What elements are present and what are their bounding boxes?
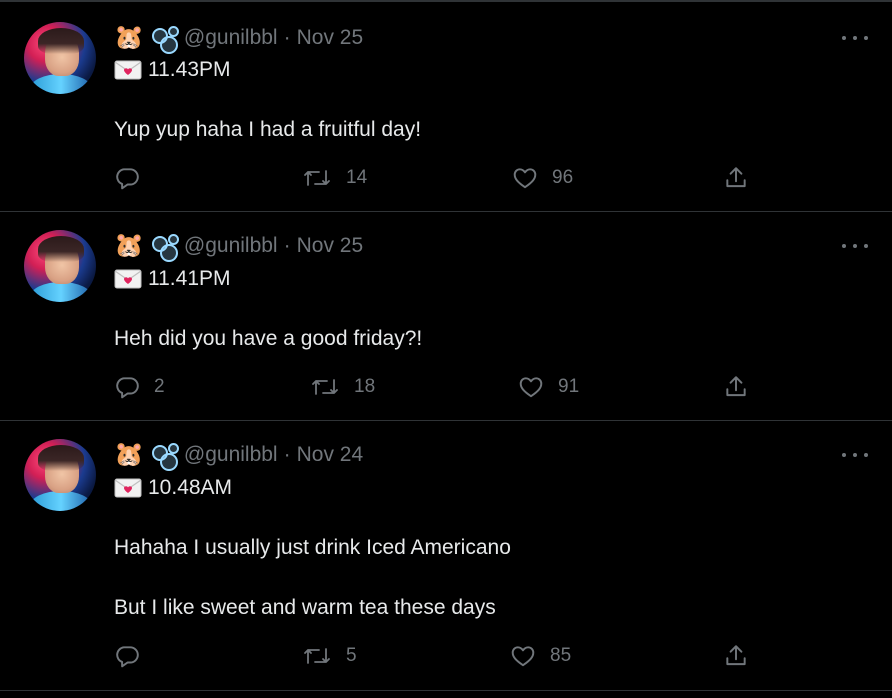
reply-button[interactable]: 2 — [114, 372, 165, 402]
share-icon — [726, 376, 746, 397]
like-count: 85 — [550, 645, 572, 666]
hamster-icon: 🐹 — [114, 24, 144, 51]
tweet-2[interactable]: 🐹 @gunilbbl · Nov 25 11.41PM Heh did you… — [0, 212, 892, 421]
like-button[interactable]: 91 — [518, 372, 579, 402]
tweet-text-line: Yup yup haha I had a fruitful day! — [114, 118, 422, 141]
reply-icon — [116, 646, 139, 668]
more-icon[interactable] — [842, 28, 868, 48]
share-button[interactable] — [723, 372, 749, 402]
more-icon[interactable] — [842, 445, 868, 465]
envelope-heart-icon — [114, 60, 142, 80]
bubbles-icon — [150, 232, 179, 262]
like-icon — [519, 377, 543, 398]
timeline: 🐹 @gunilbbl · Nov 25 11.43PM Yup yup hah… — [0, 0, 892, 698]
more-icon[interactable] — [842, 236, 868, 256]
avatar[interactable] — [24, 439, 96, 511]
tweet-date[interactable]: Nov 25 — [297, 26, 364, 50]
reply-icon — [116, 377, 139, 399]
share-icon — [726, 167, 746, 188]
retweet-icon — [304, 648, 330, 664]
retweet-button[interactable]: 14 — [302, 163, 367, 193]
hamster-icon: 🐹 — [114, 441, 144, 468]
like-button[interactable]: 85 — [510, 641, 571, 671]
avatar[interactable] — [24, 230, 96, 302]
bubbles-icon — [150, 441, 179, 471]
tweet-time-line: 11.41PM — [114, 265, 231, 293]
like-button[interactable]: 96 — [512, 163, 573, 193]
tweet-header: 🐹 @gunilbbl · Nov 25 — [114, 231, 364, 262]
retweet-button[interactable]: 5 — [302, 641, 357, 671]
tweet-time-line: 10.48AM — [114, 474, 232, 502]
reply-button[interactable] — [114, 641, 154, 671]
tweet-date[interactable]: Nov 25 — [297, 234, 364, 258]
tweet-actions: 14 96 — [114, 163, 774, 193]
tweet-3[interactable]: 🐹 @gunilbbl · Nov 24 10.48AM Hahaha I us… — [0, 421, 892, 691]
reply-count: 2 — [154, 376, 165, 397]
like-icon — [511, 646, 535, 667]
tweet-text-line: But I like sweet and warm tea these days — [114, 596, 496, 619]
reply-button[interactable] — [114, 163, 154, 193]
retweet-count: 14 — [346, 167, 368, 188]
tweet-time: 11.43PM — [148, 58, 231, 81]
tweet-time-line: 11.43PM — [114, 56, 231, 84]
separator: · — [283, 26, 291, 49]
tweet-time: 11.41PM — [148, 267, 231, 290]
tweet-date[interactable]: Nov 24 — [297, 443, 364, 467]
tweet-1[interactable]: 🐹 @gunilbbl · Nov 25 11.43PM Yup yup hah… — [0, 2, 892, 212]
user-handle[interactable]: @gunilbbl — [184, 26, 278, 50]
envelope-heart-icon — [114, 269, 142, 289]
tweet-actions: 2 18 91 — [114, 372, 774, 402]
like-count: 91 — [558, 376, 580, 397]
user-handle[interactable]: @gunilbbl — [184, 234, 278, 258]
user-handle[interactable]: @gunilbbl — [184, 443, 278, 467]
share-icon — [726, 645, 746, 666]
retweet-icon — [304, 170, 330, 186]
share-button[interactable] — [723, 163, 749, 193]
avatar[interactable] — [24, 22, 96, 94]
envelope-heart-icon — [114, 478, 142, 498]
retweet-button[interactable]: 18 — [310, 372, 375, 402]
tweet-text-line: Heh did you have a good friday?! — [114, 327, 423, 350]
like-icon — [513, 168, 537, 189]
share-button[interactable] — [723, 641, 749, 671]
reply-icon — [116, 168, 139, 190]
retweet-count: 5 — [346, 645, 357, 666]
tweet-text-line: Hahaha I usually just drink Iced America… — [114, 536, 511, 559]
like-count: 96 — [552, 167, 574, 188]
tweet-time: 10.48AM — [148, 476, 233, 499]
tweet-actions: 5 85 — [114, 641, 774, 671]
retweet-icon — [312, 379, 338, 395]
separator: · — [283, 234, 291, 257]
hamster-icon: 🐹 — [114, 232, 144, 259]
tweet-header: 🐹 @gunilbbl · Nov 24 — [114, 440, 364, 471]
bubbles-icon — [150, 24, 179, 54]
retweet-count: 18 — [354, 376, 376, 397]
tweet-header: 🐹 @gunilbbl · Nov 25 — [114, 23, 364, 54]
separator: · — [283, 443, 291, 466]
